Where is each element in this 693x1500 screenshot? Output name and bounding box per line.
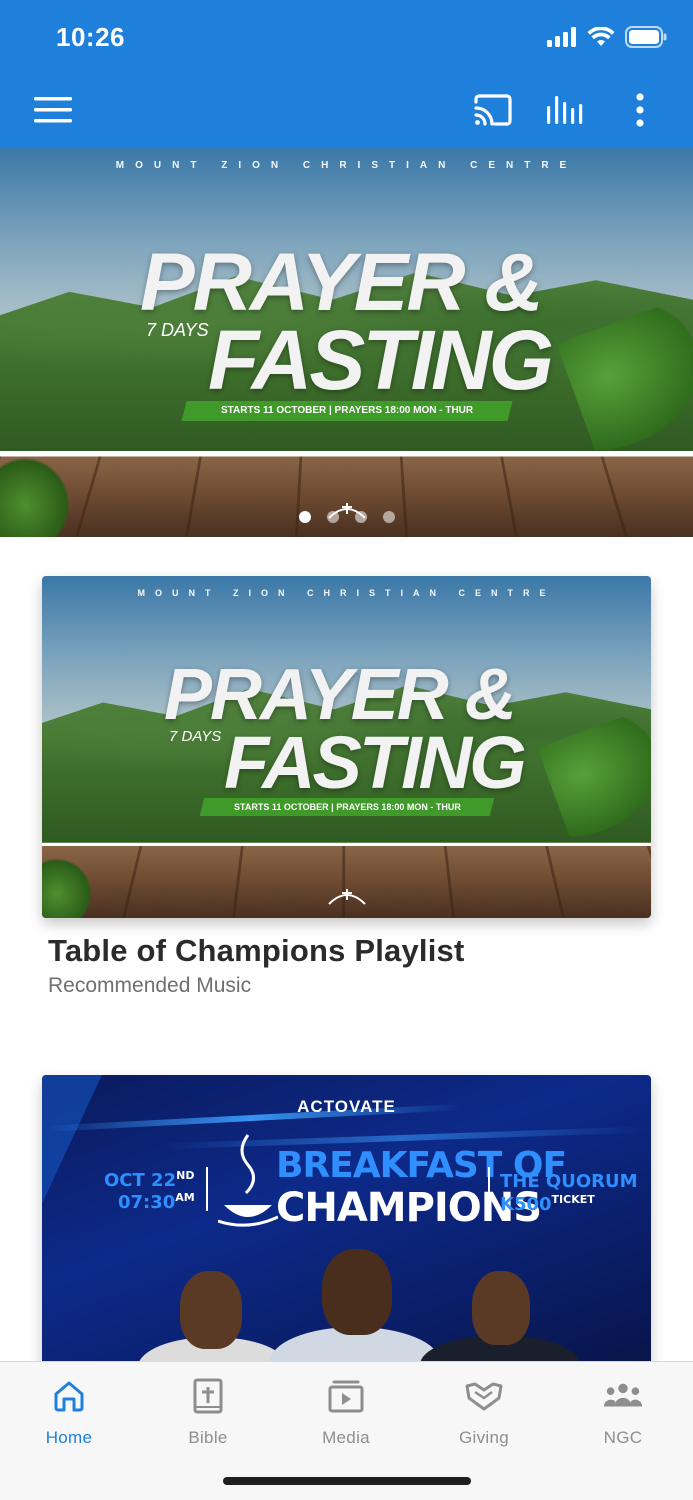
nav-ngc-label: NGC xyxy=(603,1428,643,1447)
audio-button[interactable] xyxy=(541,88,591,132)
hamburger-icon xyxy=(34,97,72,123)
home-indicator[interactable] xyxy=(223,1477,471,1485)
more-vertical-icon xyxy=(636,93,644,127)
nav-bible-label: Bible xyxy=(188,1428,228,1447)
group-icon xyxy=(603,1383,643,1407)
card-artwork-info-strip: STARTS 11 OCTOBER | PRAYERS 18:00 MON - … xyxy=(199,798,495,816)
giving-icon xyxy=(465,1382,503,1411)
carousel-dot-1[interactable] xyxy=(298,511,311,523)
nav-home[interactable]: Home xyxy=(19,1376,119,1456)
status-icons xyxy=(547,26,667,48)
bible-icon xyxy=(193,1378,223,1414)
menu-button[interactable] xyxy=(28,88,78,132)
bf-price: K500TICKET xyxy=(500,1193,595,1215)
bf-time: 07:30AM xyxy=(118,1191,195,1213)
cast-icon xyxy=(474,94,512,126)
more-options-button[interactable] xyxy=(615,88,665,132)
nav-media-label: Media xyxy=(322,1428,370,1447)
app-bar: 10:26 xyxy=(0,0,693,148)
card-artwork-days: 7 DAYS xyxy=(169,728,222,745)
nav-bible[interactable]: Bible xyxy=(158,1376,258,1456)
breakfast-artwork: ACTOVATE BREAKFAST OF CHAMPIONS OCT 22ND… xyxy=(42,1075,651,1375)
speaker-photo xyxy=(138,1265,288,1375)
bf-date: OCT 22ND xyxy=(104,1169,195,1191)
speaker-photo xyxy=(420,1265,580,1375)
hero-banner[interactable]: MOUNT ZION CHRISTIAN CENTRE PRAYER & 7 D… xyxy=(0,148,693,537)
content-card[interactable]: ACTOVATE BREAKFAST OF CHAMPIONS OCT 22ND… xyxy=(42,1075,651,1375)
bf-venue: THE QUORUM xyxy=(500,1171,638,1192)
signal-icon xyxy=(547,27,576,47)
hero-artwork: MOUNT ZION CHRISTIAN CENTRE PRAYER & 7 D… xyxy=(0,148,693,537)
hero-title-line2: FASTING xyxy=(208,313,554,407)
content-card[interactable]: MOUNT ZION CHRISTIAN CENTRE PRAYER & 7 D… xyxy=(42,576,651,1006)
carousel-indicator xyxy=(0,511,693,523)
card-artwork-title-line2: FASTING xyxy=(224,721,527,804)
card-artwork-organization: MOUNT ZION CHRISTIAN CENTRE xyxy=(137,588,556,598)
hero-days: 7 DAYS xyxy=(146,320,209,340)
battery-icon xyxy=(625,26,667,48)
speaker-photo xyxy=(270,1235,440,1375)
nav-home-label: Home xyxy=(45,1428,93,1447)
nav-ngc[interactable]: NGC xyxy=(573,1376,673,1456)
hero-organization: MOUNT ZION CHRISTIAN CENTRE xyxy=(115,160,578,171)
church-logo-icon xyxy=(327,889,366,905)
home-icon xyxy=(54,1381,84,1412)
status-time: 10:26 xyxy=(56,22,125,52)
card-thumbnail: MOUNT ZION CHRISTIAN CENTRE PRAYER & 7 D… xyxy=(42,576,651,918)
nav-giving-label: Giving xyxy=(459,1428,509,1447)
hero-info-strip: STARTS 11 OCTOBER | PRAYERS 18:00 MON - … xyxy=(181,401,513,421)
carousel-dot-4[interactable] xyxy=(382,511,395,523)
card-subtitle: Recommended Music xyxy=(48,974,252,997)
media-icon xyxy=(328,1380,364,1413)
coffee-cup-icon xyxy=(218,1134,278,1227)
carousel-dot-2[interactable] xyxy=(326,511,339,523)
cast-button[interactable] xyxy=(468,88,518,132)
nav-giving[interactable]: Giving xyxy=(434,1376,534,1456)
bf-brand: ACTOVATE xyxy=(297,1097,396,1116)
carousel-dot-3[interactable] xyxy=(354,511,367,523)
card-thumbnail: ACTOVATE BREAKFAST OF CHAMPIONS OCT 22ND… xyxy=(42,1075,651,1375)
card-title: Table of Champions Playlist xyxy=(48,933,465,968)
equalizer-icon xyxy=(547,96,583,124)
nav-media[interactable]: Media xyxy=(296,1376,396,1456)
wifi-icon xyxy=(587,27,615,46)
